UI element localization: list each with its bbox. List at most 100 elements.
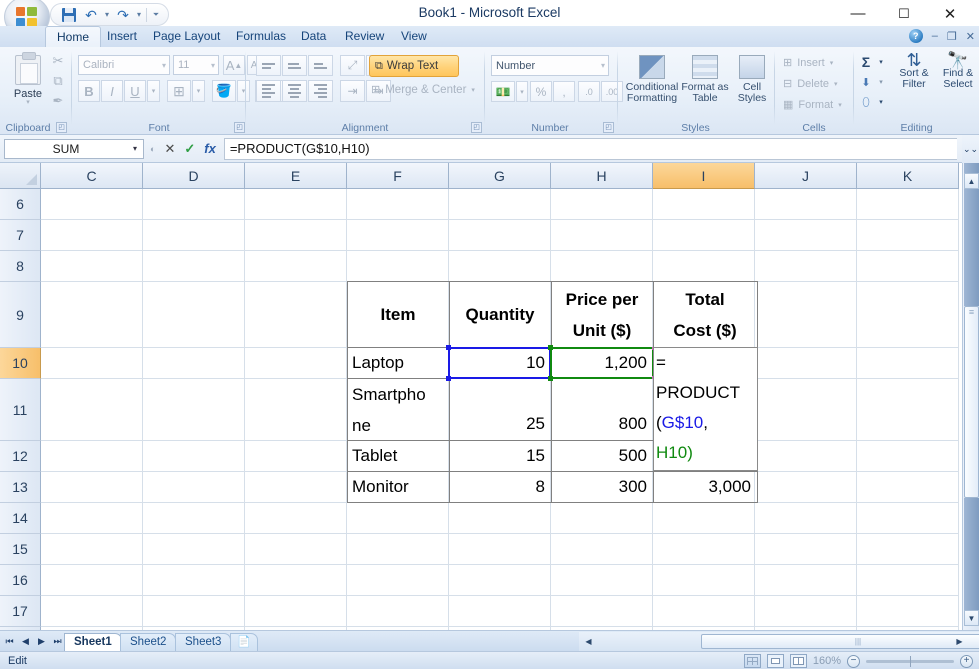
- column-header-f[interactable]: F: [347, 163, 449, 189]
- cell-h11-price[interactable]: 800: [553, 409, 650, 439]
- column-header-c[interactable]: C: [41, 163, 143, 189]
- column-header-h[interactable]: H: [551, 163, 653, 189]
- row-header-6[interactable]: 6: [0, 189, 41, 220]
- autosum-dropdown[interactable]: ▾: [875, 53, 887, 71]
- cell-editor-i10[interactable]: = PRODUCT (G$10, H10): [653, 347, 758, 471]
- table-header-total[interactable]: Total Cost ($): [654, 282, 756, 347]
- delete-cells-button[interactable]: ⊟ Delete ▾: [783, 77, 838, 91]
- middle-align-button[interactable]: [282, 55, 307, 76]
- tab-review[interactable]: Review: [334, 26, 395, 48]
- enter-formula-button[interactable]: ✓: [184, 141, 195, 157]
- cut-icon[interactable]: ✂: [48, 52, 68, 69]
- horizontal-scrollbar[interactable]: ◀ ▶: [579, 632, 979, 651]
- cell-g10-quantity[interactable]: 10: [451, 348, 548, 378]
- fill-color-button[interactable]: 🪣: [212, 80, 236, 102]
- normal-view-button[interactable]: [743, 654, 761, 668]
- sheet-tab-sheet3[interactable]: Sheet3: [175, 633, 232, 652]
- zoom-out-button[interactable]: −: [847, 654, 860, 668]
- align-right-button[interactable]: [308, 80, 333, 102]
- first-sheet-button[interactable]: ⏮: [2, 633, 17, 649]
- underline-dropdown[interactable]: ▾: [147, 80, 160, 102]
- column-header-j[interactable]: J: [755, 163, 857, 189]
- ribbon-restore-button[interactable]: ❐: [947, 30, 957, 43]
- last-sheet-button[interactable]: ⏭: [50, 633, 65, 649]
- paste-button[interactable]: Paste ▾: [6, 51, 50, 113]
- number-format-combo[interactable]: Number ▾: [491, 55, 609, 76]
- tab-page-layout[interactable]: Page Layout: [142, 26, 231, 48]
- conditional-formatting-button[interactable]: Conditional Formatting: [626, 55, 678, 104]
- increase-decimal-button[interactable]: .0: [578, 81, 600, 102]
- hscroll-left-button[interactable]: ◀: [581, 634, 596, 649]
- scroll-up-button[interactable]: ▲: [964, 173, 979, 189]
- cell-f11-item[interactable]: Smartpho ne: [349, 379, 448, 440]
- scroll-track-top[interactable]: [964, 163, 979, 173]
- align-left-button[interactable]: [256, 80, 281, 102]
- cell-f10-item[interactable]: Laptop: [349, 348, 448, 378]
- autosum-button[interactable]: Σ: [856, 53, 876, 71]
- column-header-i[interactable]: I: [653, 163, 755, 189]
- format-as-table-button[interactable]: Format as Table: [680, 55, 730, 104]
- table-header-quantity[interactable]: Quantity: [450, 282, 550, 347]
- minimize-button[interactable]: —: [835, 0, 881, 27]
- row-header-8[interactable]: 8: [0, 251, 41, 282]
- scroll-track-lower[interactable]: [964, 498, 979, 610]
- tab-data[interactable]: Data: [290, 26, 337, 48]
- next-sheet-button[interactable]: ▶: [34, 633, 49, 649]
- format-painter-icon[interactable]: ✒: [48, 92, 68, 109]
- table-header-item[interactable]: Item: [348, 282, 448, 347]
- zoom-slider[interactable]: [866, 655, 954, 667]
- cell-f13-item[interactable]: Monitor: [349, 472, 448, 502]
- help-icon[interactable]: ?: [908, 29, 923, 43]
- cell-i13-total[interactable]: 3,000: [655, 472, 754, 502]
- tab-home[interactable]: Home: [45, 26, 102, 48]
- sheet-tab-sheet1[interactable]: Sheet1: [64, 633, 122, 652]
- page-layout-view-button[interactable]: [766, 654, 784, 668]
- hscroll-right-button[interactable]: ▶: [952, 634, 967, 649]
- formula-input[interactable]: =PRODUCT(G$10,H10): [223, 137, 957, 160]
- insert-cells-button[interactable]: ⊞ Insert ▾: [783, 56, 833, 70]
- row-header-9[interactable]: 9: [0, 282, 41, 348]
- zoom-in-button[interactable]: +: [960, 654, 973, 668]
- borders-dropdown[interactable]: ▾: [192, 80, 205, 102]
- cell-g13-quantity[interactable]: 8: [451, 472, 548, 502]
- orientation-button[interactable]: ⤢: [340, 55, 365, 76]
- vertical-scrollbar[interactable]: ▲ ▼: [962, 163, 979, 630]
- row-header-10[interactable]: 10: [0, 348, 41, 379]
- close-button[interactable]: ✕: [927, 0, 973, 27]
- comma-style-button[interactable]: ,: [553, 81, 575, 102]
- fill-button[interactable]: ⬇: [856, 73, 876, 91]
- accounting-dropdown[interactable]: ▾: [516, 81, 528, 102]
- column-header-e[interactable]: E: [245, 163, 347, 189]
- clear-button[interactable]: ⬯: [856, 93, 876, 111]
- cell-g12-quantity[interactable]: 15: [451, 441, 548, 471]
- percent-style-button[interactable]: %: [530, 81, 552, 102]
- table-header-price[interactable]: Price per Unit ($): [552, 282, 652, 347]
- cell-h10-price[interactable]: 1,200: [553, 348, 650, 378]
- column-header-g[interactable]: G: [449, 163, 551, 189]
- ribbon-minimize-button[interactable]: –: [932, 30, 938, 42]
- name-box[interactable]: SUM ▾: [4, 138, 144, 159]
- tab-formulas[interactable]: Formulas: [225, 26, 297, 48]
- prev-sheet-button[interactable]: ◀: [18, 633, 33, 649]
- merge-center-button[interactable]: ⊞ Merge & Center ▾: [371, 83, 475, 97]
- bold-button[interactable]: B: [78, 80, 100, 102]
- row-header-14[interactable]: 14: [0, 503, 41, 534]
- cancel-formula-button[interactable]: ✕: [164, 141, 175, 157]
- top-align-button[interactable]: [256, 55, 281, 76]
- row-header-15[interactable]: 15: [0, 534, 41, 565]
- column-header-d[interactable]: D: [143, 163, 245, 189]
- format-cells-button[interactable]: ▦ Format ▾: [783, 98, 842, 112]
- row-header-7[interactable]: 7: [0, 220, 41, 251]
- insert-worksheet-button[interactable]: 📄: [230, 633, 258, 652]
- bottom-align-button[interactable]: [308, 55, 333, 76]
- column-header-k[interactable]: K: [857, 163, 959, 189]
- wrap-text-button[interactable]: ⧉ Wrap Text: [369, 55, 459, 77]
- insert-function-button[interactable]: fx: [204, 141, 216, 156]
- font-dialog-launcher[interactable]: ◰: [234, 122, 245, 133]
- row-header-13[interactable]: 13: [0, 472, 41, 503]
- number-dialog-launcher[interactable]: ◰: [603, 122, 614, 133]
- scroll-down-button[interactable]: ▼: [964, 610, 979, 626]
- row-header-17[interactable]: 17: [0, 596, 41, 627]
- page-break-preview-button[interactable]: [789, 654, 807, 668]
- alignment-dialog-launcher[interactable]: ◰: [471, 122, 482, 133]
